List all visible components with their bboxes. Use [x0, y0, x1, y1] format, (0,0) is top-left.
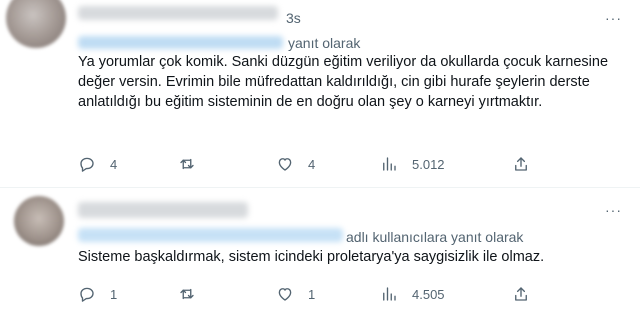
reply-button[interactable]: 1	[78, 284, 117, 304]
views-button[interactable]: 4.505	[380, 284, 445, 304]
retweet-button[interactable]	[178, 154, 210, 174]
reply-icon	[80, 157, 94, 172]
reply-button[interactable]: 4	[78, 154, 117, 174]
like-count: 4	[308, 156, 316, 172]
reply-to-label: yanıt olarak	[288, 35, 361, 51]
reply-count: 4	[110, 156, 118, 172]
views-icon	[383, 157, 396, 171]
like-button[interactable]: 1	[276, 284, 315, 304]
blurred-display-name	[78, 202, 248, 218]
blurred-reply-mentions	[78, 228, 343, 242]
reply-icon	[80, 287, 94, 302]
like-button[interactable]: 4	[276, 154, 315, 174]
share-button[interactable]	[512, 284, 530, 304]
blurred-display-name	[78, 6, 278, 20]
like-icon	[278, 288, 292, 301]
like-icon	[278, 158, 292, 171]
views-count: 5.012	[412, 156, 445, 172]
tweet-1[interactable]: 3s ··· yanıt olarak Ya yorumlar çok komi…	[0, 0, 640, 188]
views-count: 4.505	[412, 286, 445, 302]
retweet-button[interactable]	[178, 284, 210, 304]
share-icon	[515, 157, 527, 171]
avatar[interactable]	[6, 0, 66, 48]
views-icon	[383, 287, 396, 301]
tweet-text: Ya yorumlar çok komik. Sanki düzgün eğit…	[78, 54, 609, 110]
share-button[interactable]	[512, 154, 530, 174]
tweet-2[interactable]: ··· adlı kullanıcılara yanıt olarak Sist…	[0, 188, 640, 320]
reply-to-label: adlı kullanıcılara yanıt olarak	[346, 229, 524, 245]
more-icon[interactable]: ···	[605, 202, 622, 218]
tweet-actions: 4 4 5.012	[78, 154, 548, 174]
retweet-icon	[180, 288, 194, 300]
tweet-actions: 1 1 4.505	[78, 284, 548, 304]
tweet-text: Sisteme başkaldırmak, sistem icindeki pr…	[78, 249, 545, 265]
like-count: 1	[308, 286, 316, 302]
avatar[interactable]	[14, 196, 64, 246]
tweet-timestamp[interactable]: 3s	[286, 10, 301, 26]
share-icon	[515, 287, 527, 301]
reply-count: 1	[110, 286, 118, 302]
views-button[interactable]: 5.012	[380, 154, 445, 174]
blurred-reply-mention	[78, 36, 283, 49]
retweet-icon	[180, 158, 194, 170]
more-icon[interactable]: ···	[605, 10, 622, 26]
